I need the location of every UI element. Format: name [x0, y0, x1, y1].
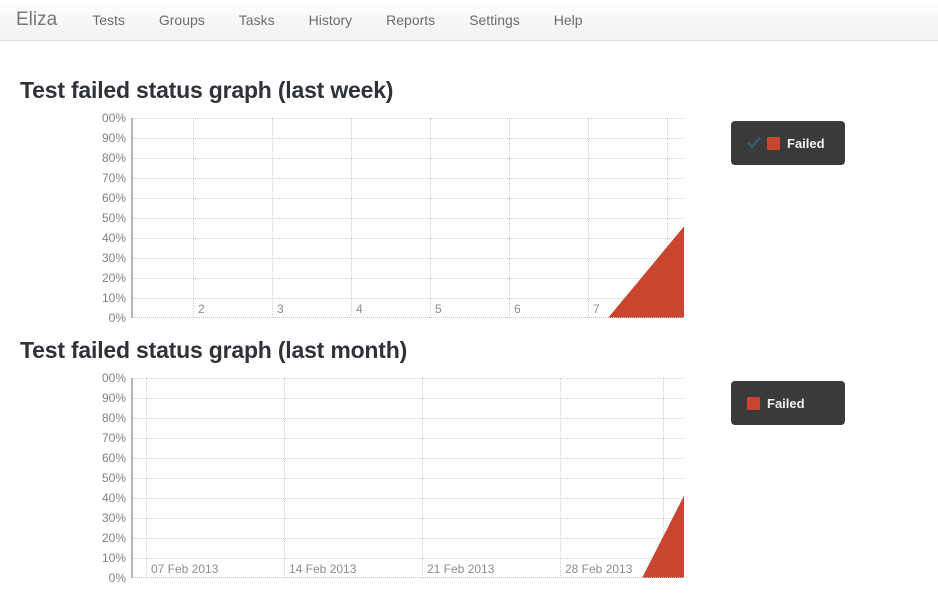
brand-logo[interactable]: Eliza — [0, 0, 75, 40]
top-navbar: Eliza Tests Groups Tasks History Reports… — [0, 0, 938, 41]
y-axis-tick-label: 00% — [101, 112, 126, 125]
nav-item-reports[interactable]: Reports — [369, 0, 452, 40]
legend-color-swatch-failed — [747, 396, 760, 410]
y-axis-tick-label: 40% — [101, 231, 126, 245]
legend-color-swatch-failed — [767, 136, 780, 150]
y-axis-tick-label: 10% — [101, 291, 126, 305]
y-axis-tick-label: 70% — [101, 171, 126, 185]
series-area-failed — [608, 226, 684, 318]
nav-item-tests[interactable]: Tests — [75, 0, 142, 40]
y-axis-tick-label: 10% — [101, 551, 126, 565]
y-axis-tick-label: 50% — [101, 211, 126, 225]
page-title-last-month: Test failed status graph (last month) — [20, 337, 408, 363]
nav-item-help[interactable]: Help — [537, 0, 600, 40]
primary-navigation: Tests Groups Tasks History Reports Setti… — [75, 0, 599, 40]
y-axis-tick-label: 80% — [101, 411, 126, 425]
y-axis-tick-label: 60% — [101, 451, 126, 465]
y-axis-tick-label: 0% — [108, 311, 126, 324]
y-axis-tick-label: 90% — [101, 131, 126, 145]
x-axis-line — [133, 577, 684, 578]
plot-area-last-month: 07 Feb 2013 14 Feb 2013 21 Feb 2013 28 Feb … — [131, 378, 684, 578]
y-axis-tick-label: 70% — [101, 431, 126, 445]
x-axis-line — [133, 317, 684, 318]
series-area-failed — [642, 495, 684, 578]
y-axis-tick-label: 20% — [101, 271, 126, 285]
y-axis-tick-label: 0% — [108, 571, 126, 584]
nav-item-groups[interactable]: Groups — [142, 0, 222, 40]
legend-label-failed: Failed — [767, 395, 805, 411]
y-axis-tick-label: 90% — [101, 391, 126, 405]
y-axis-tick-label: 80% — [101, 151, 126, 165]
checkmark-icon — [747, 136, 761, 149]
y-axis-labels-last-week: 0% 10% 20% 30% 40% 50% 60% 70% 80% 90% 00% — [84, 112, 126, 324]
legend-label-failed: Failed — [787, 135, 825, 151]
y-axis-labels-last-month: 0% 10% 20% 30% 40% 50% 60% 70% 80% 90% 00% — [84, 372, 126, 584]
y-axis-tick-label: 30% — [101, 251, 126, 265]
plot-area-last-week: 2345678 — [131, 118, 684, 318]
y-axis-tick-label: 20% — [101, 531, 126, 545]
y-axis-tick-label: 50% — [101, 471, 126, 485]
y-axis-tick-label: 00% — [101, 372, 126, 385]
legend-last-month[interactable]: Failed — [731, 381, 845, 425]
y-axis-tick-label: 60% — [101, 191, 126, 205]
nav-item-settings[interactable]: Settings — [452, 0, 537, 40]
nav-item-tasks[interactable]: Tasks — [222, 0, 292, 40]
y-axis-tick-label: 30% — [101, 511, 126, 525]
page-title-last-week: Test failed status graph (last week) — [20, 77, 394, 103]
legend-last-week[interactable]: Failed — [731, 121, 845, 165]
nav-item-history[interactable]: History — [292, 0, 370, 40]
y-axis-tick-label: 40% — [101, 491, 126, 505]
